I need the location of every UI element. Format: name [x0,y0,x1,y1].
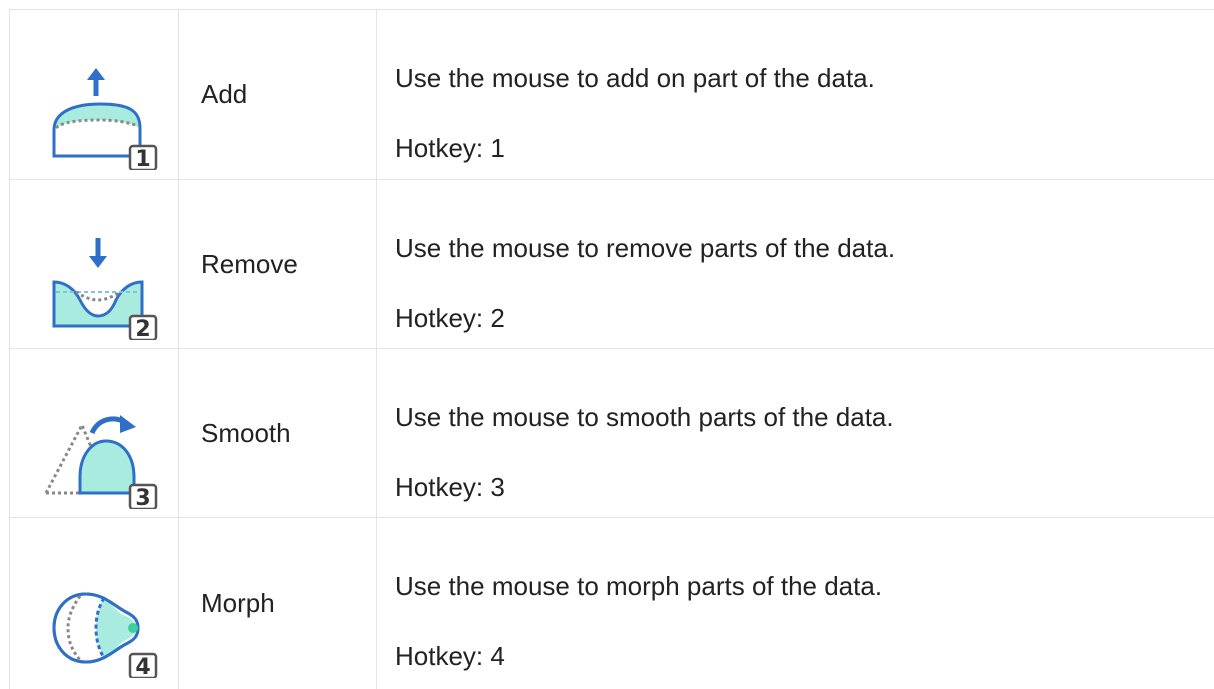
remove-sculpt-icon: 2 [40,228,160,340]
keycap-label: 1 [135,147,150,170]
tool-description: Use the mouse to remove parts of the dat… [395,232,1214,264]
tool-hotkey: Hotkey: 4 [395,640,1214,672]
tool-description-cell: Use the mouse to add on part of the data… [377,10,1214,180]
tool-icon-cell: 3 [10,349,179,518]
smooth-sculpt-icon: 3 [40,397,160,509]
tool-hotkey: Hotkey: 1 [395,132,1214,164]
add-sculpt-icon: 1 [40,58,160,170]
table-row: 1 Add Use the mouse to add on part of th… [10,10,1214,180]
tool-name: Smooth [179,349,377,518]
keycap-label: 3 [135,486,150,509]
tool-description: Use the mouse to smooth parts of the dat… [395,401,1214,433]
tool-name: Add [179,10,377,180]
keycap-label: 2 [135,317,150,340]
table-row: 3 Smooth Use the mouse to smooth parts o… [10,349,1214,518]
tool-hotkey: Hotkey: 3 [395,471,1214,503]
tool-name: Morph [179,518,377,689]
tool-description-cell: Use the mouse to morph parts of the data… [377,518,1214,689]
tool-icon-cell: 2 [10,180,179,349]
tools-table: 1 Add Use the mouse to add on part of th… [9,9,1214,689]
tool-icon-cell: 4 [10,518,179,689]
keycap-label: 4 [135,655,150,678]
table-row: 4 Morph Use the mouse to morph parts of … [10,518,1214,689]
tool-icon-cell: 1 [10,10,179,180]
tool-description: Use the mouse to add on part of the data… [395,62,1214,94]
morph-sculpt-icon: 4 [40,566,160,678]
tool-description-cell: Use the mouse to remove parts of the dat… [377,180,1214,349]
table-row: 2 Remove Use the mouse to remove parts o… [10,180,1214,349]
tool-description: Use the mouse to morph parts of the data… [395,570,1214,602]
tool-hotkey: Hotkey: 2 [395,302,1214,334]
tool-name: Remove [179,180,377,349]
tool-description-cell: Use the mouse to smooth parts of the dat… [377,349,1214,518]
